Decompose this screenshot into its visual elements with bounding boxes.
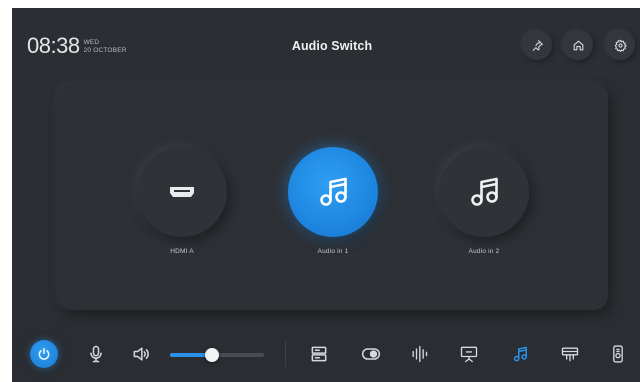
page-title: Audio Switch [291, 39, 373, 53]
speaker-icon [133, 347, 149, 361]
remote-icon [613, 345, 623, 363]
hdmi-port-icon [170, 187, 194, 197]
source-audio-in-1[interactable] [288, 147, 378, 237]
presentation-button[interactable] [455, 340, 483, 368]
source-label: Audio in 2 [468, 248, 500, 255]
music-note-icon [471, 177, 498, 206]
volume-slider-thumb[interactable] [205, 348, 220, 362]
power-icon [38, 348, 50, 360]
audio-levels-button[interactable] [405, 340, 433, 368]
music-note-icon [513, 346, 527, 362]
settings-button[interactable] [605, 30, 635, 60]
audio-switch-screen: 08:38 WED 20 OCTOBER Audio Switch HDMI A [12, 8, 640, 382]
gear-icon [614, 38, 627, 52]
presentation-icon [460, 346, 478, 363]
toggle-icon [361, 348, 381, 360]
remote-button[interactable] [604, 340, 632, 368]
source-panel: HDMI A Audio in 1 Audio in 2 [58, 84, 608, 310]
toggle-button[interactable] [357, 340, 385, 368]
source-label: Audio in 1 [317, 248, 349, 255]
toolbar-divider [285, 341, 286, 367]
microphone-button[interactable] [82, 340, 110, 368]
pin-button[interactable] [522, 30, 552, 60]
clock-day-date: 20 OCTOBER [83, 46, 127, 54]
music-note-icon [320, 177, 347, 206]
speaker-button[interactable] [127, 340, 155, 368]
bottom-toolbar [12, 326, 640, 382]
clock-date: WED 20 OCTOBER [84, 39, 127, 54]
switcher-icon [311, 346, 327, 362]
pin-icon [532, 39, 543, 51]
clock-time: 08:38 [27, 33, 80, 58]
home-icon [573, 40, 583, 50]
source-hdmi-a[interactable] [137, 147, 227, 237]
switcher-button[interactable] [305, 340, 333, 368]
clock-day: WED [83, 39, 100, 46]
source-audio-in-2[interactable] [439, 147, 529, 237]
source-label: HDMI A [170, 248, 194, 255]
microphone-icon [90, 345, 102, 363]
home-button[interactable] [563, 30, 593, 60]
volume-slider[interactable] [170, 348, 264, 362]
clock: 08:38 WED 20 OCTOBER [27, 35, 127, 57]
projector-button[interactable] [556, 340, 584, 368]
power-button[interactable] [30, 340, 58, 368]
projector-icon [561, 347, 579, 362]
music-button[interactable] [506, 340, 534, 368]
audio-levels-icon [412, 345, 428, 363]
